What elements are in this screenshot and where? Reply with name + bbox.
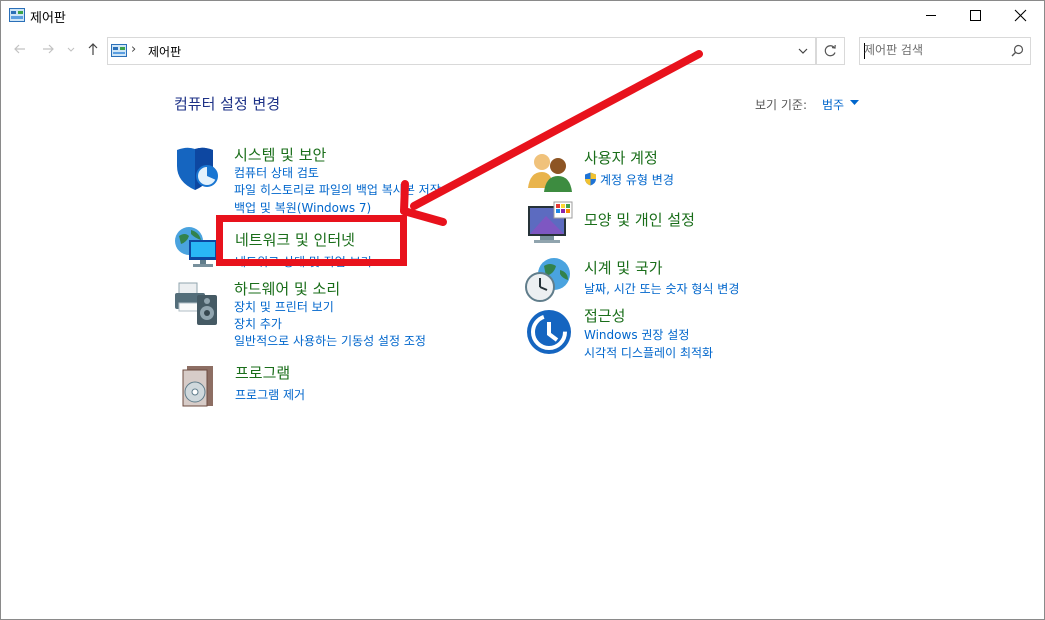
forward-button[interactable] — [41, 42, 55, 60]
close-icon — [1014, 9, 1027, 22]
link-recommended-settings[interactable]: Windows 권장 설정 — [584, 326, 689, 343]
control-panel-app-icon — [9, 8, 25, 22]
ease-of-access-icon[interactable] — [525, 308, 573, 356]
minimize-icon — [926, 15, 936, 16]
breadcrumb-separator[interactable]: › — [131, 42, 136, 57]
link-date-time-number-format[interactable]: 날짜, 시간 또는 숫자 형식 변경 — [584, 280, 739, 297]
page-heading: 컴퓨터 설정 변경 — [174, 95, 281, 113]
address-bar[interactable]: › 제어판 — [107, 37, 816, 65]
chevron-down-icon — [67, 47, 75, 52]
clock-globe-icon[interactable] — [524, 256, 572, 304]
up-arrow-icon — [88, 43, 98, 55]
link-backup-restore[interactable]: 백업 및 복원(Windows 7) — [234, 199, 371, 216]
search-box[interactable] — [859, 37, 1031, 65]
shield-icon[interactable] — [173, 144, 221, 192]
link-network-status-tasks[interactable]: 네트워크 상태 및 작업 보기 — [235, 253, 372, 270]
control-panel-icon — [111, 44, 127, 57]
address-dropdown-icon[interactable] — [797, 45, 809, 57]
maximize-button[interactable] — [953, 0, 999, 31]
navigation-bar: › 제어판 — [0, 31, 1045, 71]
category-appearance-personalization[interactable]: 모양 및 개인 설정 — [584, 209, 695, 230]
view-by-dropdown[interactable]: 범주 — [822, 96, 844, 113]
close-button[interactable] — [998, 0, 1044, 31]
search-icon[interactable] — [1011, 44, 1024, 57]
link-uninstall-program[interactable]: 프로그램 제거 — [235, 386, 305, 403]
window-frame — [0, 0, 1045, 620]
category-programs[interactable]: 프로그램 — [235, 362, 290, 383]
printer-speaker-icon[interactable] — [173, 279, 221, 327]
uac-shield-icon — [585, 172, 596, 186]
breadcrumb-control-panel[interactable]: 제어판 — [148, 43, 181, 60]
view-by-label: 보기 기준: — [755, 98, 808, 112]
title-bar: 제어판 — [0, 0, 1045, 31]
users-icon[interactable] — [526, 148, 574, 196]
link-review-computer-status[interactable]: 컴퓨터 상태 검토 — [234, 164, 319, 181]
category-clock-region[interactable]: 시계 및 국가 — [584, 257, 663, 278]
category-system-security[interactable]: 시스템 및 보안 — [234, 144, 326, 165]
link-add-device[interactable]: 장치 추가 — [234, 315, 282, 332]
category-user-accounts[interactable]: 사용자 계정 — [584, 147, 658, 168]
link-file-history-backup[interactable]: 파일 히스토리로 파일의 백업 복사본 저장 — [234, 181, 441, 198]
link-devices-printers[interactable]: 장치 및 프린터 보기 — [234, 298, 334, 315]
window-title: 제어판 — [30, 11, 66, 26]
monitor-palette-icon[interactable] — [526, 200, 574, 248]
link-mobility-settings[interactable]: 일반적으로 사용하는 기동성 설정 조정 — [234, 332, 426, 349]
back-arrow-icon — [14, 44, 25, 54]
network-globe-icon[interactable] — [173, 224, 221, 272]
category-hardware-sound[interactable]: 하드웨어 및 소리 — [234, 278, 340, 299]
view-by-chevron-icon[interactable] — [850, 100, 859, 106]
recent-locations-button[interactable] — [66, 42, 76, 60]
category-ease-of-access[interactable]: 접근성 — [584, 305, 625, 326]
link-change-account-type[interactable]: 계정 유형 변경 — [600, 171, 674, 188]
up-button[interactable] — [86, 42, 100, 60]
search-input[interactable] — [864, 41, 1004, 59]
link-optimize-visual-display[interactable]: 시각적 디스플레이 최적화 — [584, 344, 713, 361]
refresh-icon — [824, 44, 836, 57]
category-network-internet[interactable]: 네트워크 및 인터넷 — [235, 229, 355, 250]
program-disc-icon[interactable] — [173, 362, 221, 410]
minimize-button[interactable] — [908, 0, 954, 31]
refresh-button[interactable] — [816, 37, 845, 65]
maximize-icon — [970, 10, 981, 21]
forward-arrow-icon — [43, 44, 54, 54]
back-button[interactable] — [13, 42, 27, 60]
